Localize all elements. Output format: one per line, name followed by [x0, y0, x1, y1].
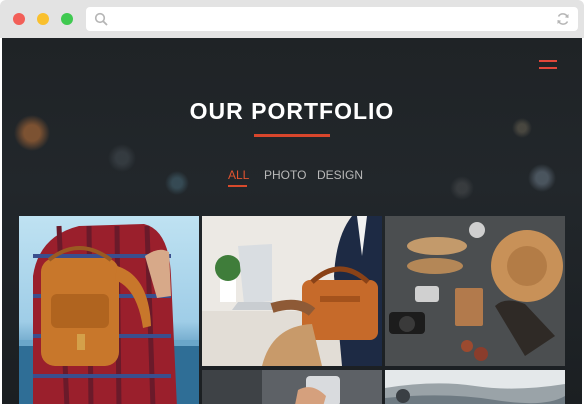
portfolio-item-phone-photo[interactable]	[202, 370, 382, 404]
page-viewport: OUR PORTFOLIO ALL PHOTO DESIGN	[2, 38, 582, 404]
phone-image	[202, 370, 382, 404]
close-window-button[interactable]	[13, 13, 25, 25]
portfolio-item-laptop-bag-photo[interactable]	[202, 216, 382, 366]
browser-window: OUR PORTFOLIO ALL PHOTO DESIGN	[0, 0, 584, 404]
tab-all[interactable]: ALL	[228, 168, 249, 182]
tab-photo[interactable]: PHOTO	[264, 168, 306, 182]
active-tab-underline	[228, 185, 247, 187]
portfolio-item-coast-photo[interactable]	[385, 370, 565, 404]
title-underline	[254, 134, 330, 137]
search-icon	[94, 12, 108, 26]
laptop-bag-image	[202, 216, 382, 366]
reload-icon[interactable]	[556, 12, 570, 26]
travel-flatlay-image	[385, 216, 565, 366]
hamburger-menu-icon[interactable]	[539, 58, 557, 70]
backpack-image	[19, 224, 199, 404]
minimize-window-button[interactable]	[37, 13, 49, 25]
page-title: OUR PORTFOLIO	[189, 98, 395, 124]
browser-toolbar	[0, 0, 584, 38]
portfolio-item-travel-flatlay-photo[interactable]	[385, 216, 565, 366]
portfolio-item-backpack-photo[interactable]	[19, 216, 199, 404]
portfolio-filter-tabs: ALL PHOTO DESIGN	[2, 168, 582, 190]
coast-image	[385, 370, 565, 404]
maximize-window-button[interactable]	[61, 13, 73, 25]
address-bar[interactable]	[86, 7, 578, 31]
tab-design[interactable]: DESIGN	[317, 168, 363, 182]
